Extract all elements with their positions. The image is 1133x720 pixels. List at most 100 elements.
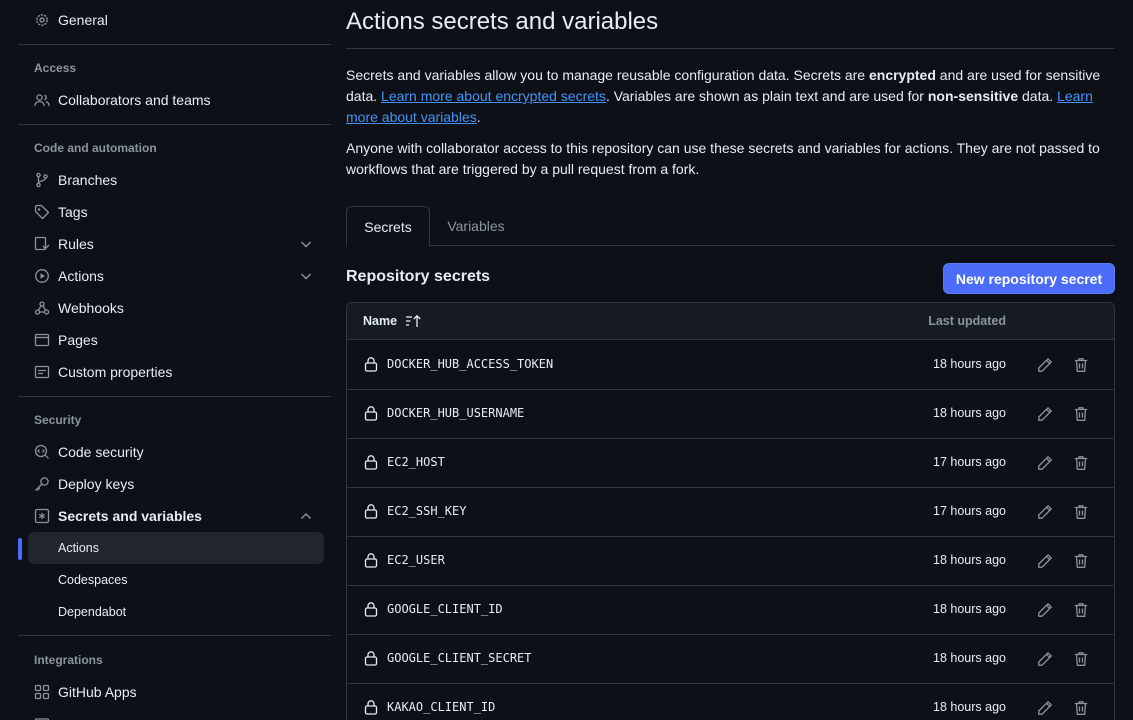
chevron-down-icon[interactable] (298, 268, 314, 284)
sidebar-item-pages[interactable]: Pages (18, 324, 324, 356)
last-updated: 18 hours ago (933, 651, 1006, 665)
lock-icon (364, 504, 378, 519)
lock-icon (364, 700, 378, 715)
pencil-icon[interactable] (1037, 602, 1053, 618)
sidebar-item-github-apps[interactable]: GitHub Apps (18, 676, 324, 708)
sidebar-item-webhooks[interactable]: Webhooks (18, 292, 324, 324)
key-icon (34, 476, 50, 492)
note-icon (34, 364, 50, 380)
access-note: Anyone with collaborator access to this … (346, 140, 1100, 177)
sort-ascending-icon[interactable] (405, 314, 423, 328)
settings-sidebar: General Access Collaborators and teams C… (18, 0, 332, 720)
section-title: Repository secrets (346, 268, 491, 285)
lock-icon (364, 455, 378, 470)
table-row: KAKAO_CLIENT_ID 18 hours ago (347, 684, 1114, 720)
pencil-icon[interactable] (1037, 504, 1053, 520)
secret-name: KAKAO_CLIENT_ID (387, 700, 496, 714)
sidebar-divider (18, 124, 331, 125)
chevron-up-icon[interactable] (298, 508, 314, 524)
table-row: GOOGLE_CLIENT_ID 18 hours ago (347, 586, 1114, 635)
intro-text: . (476, 109, 481, 125)
column-header-label: Name (363, 314, 398, 328)
pencil-icon[interactable] (1037, 651, 1053, 667)
pencil-icon[interactable] (1037, 455, 1053, 471)
codescan-icon (34, 444, 50, 460)
tab-variables[interactable]: Variables (434, 206, 518, 246)
sidebar-item-tags[interactable]: Tags (18, 196, 324, 228)
tab-secrets[interactable]: Secrets (346, 206, 430, 247)
sidebar-item-label: Code security (58, 444, 144, 460)
sidebar-section-security: Security (34, 413, 82, 427)
sidebar-subitem-codespaces[interactable]: Codespaces (28, 564, 324, 596)
last-updated: 18 hours ago (933, 602, 1006, 616)
sidebar-item-rules[interactable]: Rules (18, 228, 324, 260)
table-row: DOCKER_HUB_ACCESS_TOKEN 18 hours ago (347, 341, 1114, 390)
lock-icon (364, 602, 378, 617)
chevron-down-icon[interactable] (298, 236, 314, 252)
sidebar-item-secrets-variables[interactable]: Secrets and variables (18, 500, 324, 532)
trash-icon[interactable] (1073, 406, 1089, 422)
sidebar-item-label: Tags (58, 204, 88, 220)
last-updated: 18 hours ago (933, 700, 1006, 714)
gear-icon (34, 12, 50, 28)
table-row: EC2_HOST 17 hours ago (347, 439, 1114, 488)
sidebar-divider (18, 44, 331, 45)
sidebar-item-branches[interactable]: Branches (18, 164, 324, 196)
settings-page: General Access Collaborators and teams C… (0, 0, 1133, 720)
secret-name: EC2_SSH_KEY (387, 504, 467, 518)
trash-icon[interactable] (1073, 504, 1089, 520)
sidebar-item-label: Webhooks (58, 300, 124, 316)
trash-icon[interactable] (1073, 455, 1089, 471)
sidebar-item-general[interactable]: General (18, 4, 324, 36)
intro-paragraph: Secrets and variables allow you to manag… (346, 65, 1115, 128)
secrets-table: Name Last updated DOCKER_HUB_ACCESS_TOKE… (346, 302, 1115, 720)
sidebar-item-label: Branches (58, 172, 118, 188)
last-updated: 18 hours ago (933, 406, 1006, 420)
sidebar-item-label: Rules (58, 236, 94, 252)
sidebar-item-deploy-keys[interactable]: Deploy keys (18, 468, 324, 500)
pencil-icon[interactable] (1037, 406, 1053, 422)
new-repository-secret-button[interactable]: New repository secret (943, 263, 1115, 294)
sidebar-item-label: Deploy keys (58, 476, 135, 492)
intro-text: Secrets and variables allow you to manag… (346, 67, 869, 83)
trash-icon[interactable] (1073, 602, 1089, 618)
page-title: Actions secrets and variables (346, 8, 659, 35)
last-updated: 17 hours ago (933, 455, 1006, 469)
sidebar-section-access: Access (34, 61, 77, 75)
trash-icon[interactable] (1073, 700, 1089, 716)
sidebar-item-label: General (58, 12, 108, 28)
main-content: Actions secrets and variables Secrets an… (346, 0, 1115, 720)
sidebar-item-actions[interactable]: Actions (18, 260, 324, 292)
lock-icon (364, 553, 378, 568)
sidebar-item-clipped[interactable] (18, 708, 324, 720)
sidebar-subitem-dependabot[interactable]: Dependabot (28, 596, 324, 628)
pencil-icon[interactable] (1037, 700, 1053, 716)
sidebar-item-label: Pages (58, 332, 98, 348)
trash-icon[interactable] (1073, 651, 1089, 667)
intro-bold-non-sensitive: non-sensitive (927, 88, 1019, 104)
intro-text: . Variables are shown as plain text and … (605, 88, 928, 104)
sidebar-item-custom-properties[interactable]: Custom properties (18, 356, 324, 388)
sidebar-item-code-security[interactable]: Code security (18, 436, 324, 468)
trash-icon[interactable] (1073, 553, 1089, 569)
people-icon (34, 92, 50, 108)
sidebar-item-collaborators[interactable]: Collaborators and teams (18, 84, 324, 116)
sidebar-item-label: Collaborators and teams (58, 92, 211, 108)
secret-name: GOOGLE_CLIENT_ID (387, 602, 503, 616)
secret-name: GOOGLE_CLIENT_SECRET (387, 651, 532, 665)
intro-bold-encrypted: encrypted (868, 67, 936, 83)
last-updated: 18 hours ago (933, 357, 1006, 371)
pencil-icon[interactable] (1037, 357, 1053, 373)
tag-icon (34, 204, 50, 220)
sidebar-divider (18, 635, 331, 636)
sidebar-subitem-actions[interactable]: Actions (28, 532, 324, 564)
asterisk-square-icon (34, 508, 50, 524)
pencil-icon[interactable] (1037, 553, 1053, 569)
learn-more-secrets-link[interactable]: Learn more about encrypted secrets (381, 88, 606, 104)
trash-icon[interactable] (1073, 357, 1089, 373)
sidebar-subitem-label: Dependabot (58, 605, 127, 619)
apps-icon (34, 684, 50, 700)
lock-icon (364, 406, 378, 421)
secret-name: EC2_HOST (387, 455, 445, 469)
column-header-name[interactable]: Name (363, 314, 423, 328)
